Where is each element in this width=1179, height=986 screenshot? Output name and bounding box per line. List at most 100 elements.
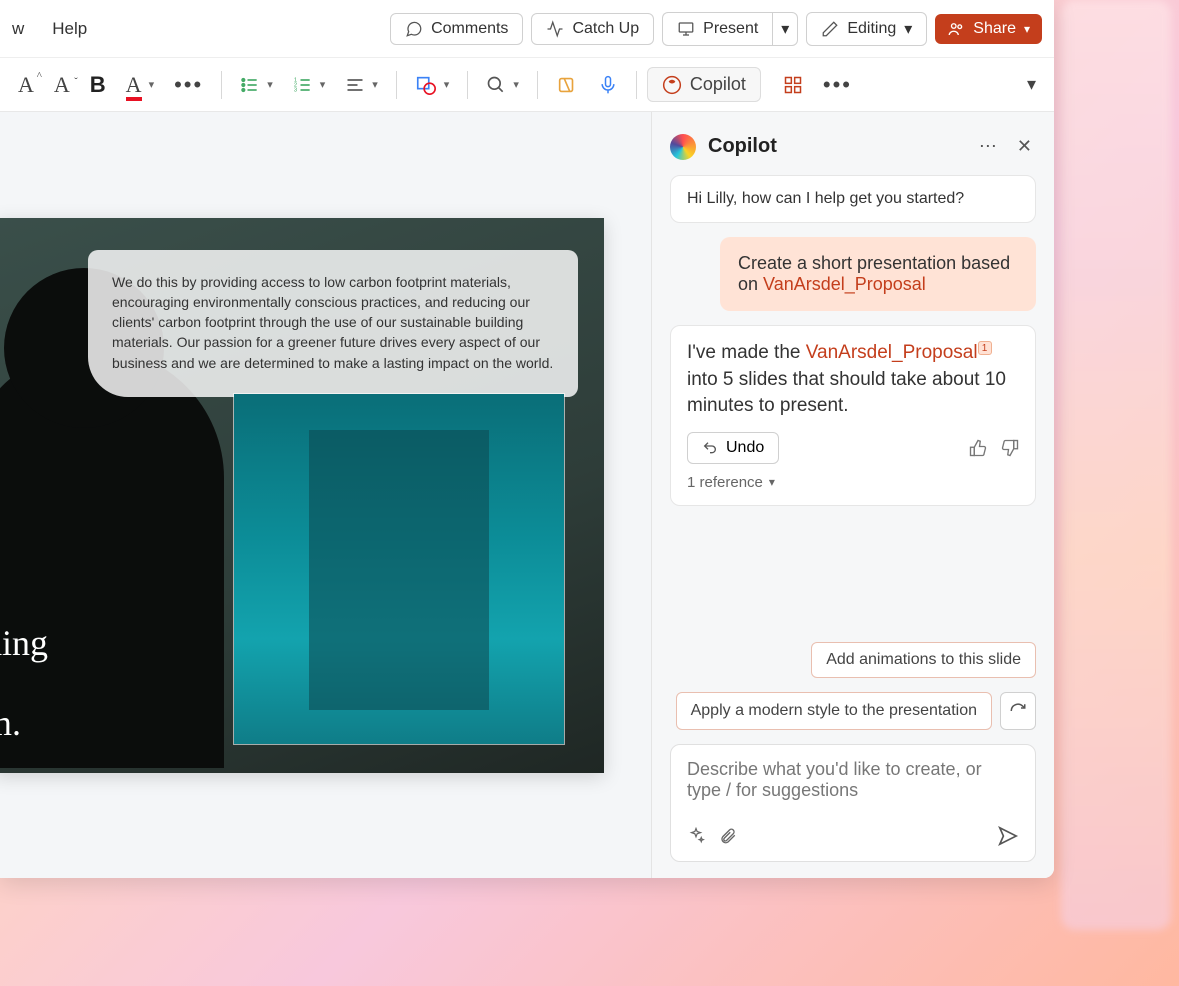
chevron-down-icon: ▾ <box>781 19 789 39</box>
bold-icon: B <box>90 72 106 98</box>
bold-button[interactable]: B <box>82 66 114 104</box>
undo-button[interactable]: Undo <box>687 432 779 464</box>
grid-icon <box>783 75 803 95</box>
slide-image-aerial[interactable] <box>234 394 564 744</box>
slide-canvas[interactable]: We do this by providing access to low ca… <box>0 112 652 878</box>
more-icon[interactable]: ⋯ <box>975 132 1001 161</box>
chevron-down-icon: ▾ <box>372 78 378 91</box>
chevron-down-icon: ▾ <box>513 78 519 91</box>
editing-mode-button[interactable]: Editing ▾ <box>806 12 927 46</box>
chevron-down-icon: ▾ <box>904 19 912 39</box>
microphone-icon <box>598 74 618 96</box>
slide-textbox[interactable]: We do this by providing access to low ca… <box>88 250 578 397</box>
editing-label: Editing <box>847 20 896 38</box>
thumbs-up-icon[interactable] <box>969 439 987 457</box>
catchup-label: Catch Up <box>572 20 639 38</box>
present-dropdown[interactable]: ▾ <box>772 12 798 46</box>
copilot-response: I've made the VanArsdel_Proposal1 into 5… <box>670 325 1036 506</box>
reference-toggle[interactable]: 1 reference ▾ <box>687 474 1019 491</box>
divider <box>537 71 538 99</box>
ellipsis-icon: ••• <box>823 72 852 98</box>
divider <box>221 71 222 99</box>
citation-badge[interactable]: 1 <box>978 341 992 355</box>
numbering-button[interactable]: 123 ▾ <box>285 69 334 101</box>
dictate-button[interactable] <box>590 68 626 102</box>
ribbon-collapse-button[interactable]: ▾ <box>1019 68 1044 101</box>
slide[interactable]: We do this by providing access to low ca… <box>0 218 604 773</box>
thumbs-down-icon[interactable] <box>1001 439 1019 457</box>
numbering-icon: 123 <box>293 75 313 95</box>
present-icon <box>677 20 695 38</box>
share-button[interactable]: Share ▾ <box>935 14 1042 44</box>
copilot-user-message: Create a short presentation based on Van… <box>720 237 1036 311</box>
send-icon[interactable] <box>997 825 1019 847</box>
align-button[interactable]: ▾ <box>337 69 386 101</box>
menu-help[interactable]: Help <box>42 13 97 45</box>
designer-button[interactable] <box>548 68 586 102</box>
copilot-icon <box>662 75 682 95</box>
bullets-button[interactable]: ▾ <box>232 69 281 101</box>
copilot-input-box <box>670 744 1036 862</box>
pencil-icon <box>821 20 839 38</box>
bullets-icon <box>240 75 260 95</box>
chevron-down-icon: ▾ <box>320 78 326 91</box>
chevron-down-icon: ▾ <box>1024 22 1030 36</box>
comment-icon <box>405 20 423 38</box>
search-icon <box>486 75 506 95</box>
copilot-greeting: Hi Lilly, how can I help get you started… <box>670 175 1036 223</box>
share-label: Share <box>973 20 1016 38</box>
shrink-font-button[interactable]: Aˇ <box>46 66 78 104</box>
copilot-header: Copilot ⋯ ✕ <box>670 132 1036 161</box>
copilot-input[interactable] <box>687 759 1019 811</box>
shapes-button[interactable]: ▾ <box>407 68 458 102</box>
activity-icon <box>546 20 564 38</box>
font-color-button[interactable]: A ▾ <box>118 66 162 104</box>
designer-icon <box>556 74 578 96</box>
undo-icon <box>702 440 718 456</box>
copilot-pane: Copilot ⋯ ✕ Hi Lilly, how can I help get… <box>652 112 1054 878</box>
chevron-down-icon: ▾ <box>769 475 775 489</box>
suggestion-style[interactable]: Apply a modern style to the presentation <box>676 692 992 730</box>
present-label: Present <box>703 20 758 38</box>
present-button[interactable]: Present <box>662 12 772 46</box>
copilot-response-text: I've made the VanArsdel_Proposal1 into 5… <box>687 340 1019 420</box>
copilot-ribbon-button[interactable]: Copilot <box>647 67 761 102</box>
chevron-down-icon: ▾ <box>149 78 155 91</box>
user-msg-link[interactable]: VanArsdel_Proposal <box>763 274 926 294</box>
find-button[interactable]: ▾ <box>478 69 527 101</box>
divider <box>396 71 397 99</box>
comments-label: Comments <box>431 20 508 38</box>
attachment-icon[interactable] <box>719 827 737 845</box>
chevron-down-icon: ▾ <box>267 78 273 91</box>
copilot-ribbon-label: Copilot <box>690 74 746 95</box>
svg-text:3: 3 <box>294 87 297 93</box>
catchup-button[interactable]: Catch Up <box>531 13 654 45</box>
align-icon <box>345 75 365 95</box>
overflow-button[interactable]: ••• <box>815 66 860 104</box>
copilot-title: Copilot <box>708 135 963 158</box>
sparkle-icon[interactable] <box>687 827 705 845</box>
divider <box>636 71 637 99</box>
chevron-down-icon: ▾ <box>1027 74 1036 95</box>
shrink-font-icon: Aˇ <box>54 72 70 98</box>
shapes-icon <box>415 74 437 96</box>
more-font-button[interactable]: ••• <box>166 66 211 104</box>
people-icon <box>947 20 965 38</box>
font-color-icon: A <box>126 72 142 98</box>
copilot-logo-icon <box>670 134 696 160</box>
comments-button[interactable]: Comments <box>390 13 523 45</box>
ribbon: A^ Aˇ B A ▾ ••• ▾ 123 ▾ ▾ <box>0 58 1054 112</box>
title-bar: w Help Comments Catch Up Present ▾ <box>0 0 1054 58</box>
response-link[interactable]: VanArsdel_Proposal <box>806 342 978 363</box>
undo-label: Undo <box>726 439 764 457</box>
refresh-suggestions-button[interactable] <box>1000 692 1036 730</box>
grow-font-icon: A^ <box>18 72 34 98</box>
app-window: w Help Comments Catch Up Present ▾ <box>0 0 1054 878</box>
grid-view-button[interactable] <box>775 69 811 101</box>
close-icon[interactable]: ✕ <box>1013 132 1036 161</box>
suggestion-animations[interactable]: Add animations to this slide <box>811 642 1036 678</box>
menu-view-fragment[interactable]: w <box>12 13 34 45</box>
grow-font-button[interactable]: A^ <box>10 66 42 104</box>
chevron-down-icon: ▾ <box>444 78 450 91</box>
main-area: We do this by providing access to low ca… <box>0 112 1054 878</box>
